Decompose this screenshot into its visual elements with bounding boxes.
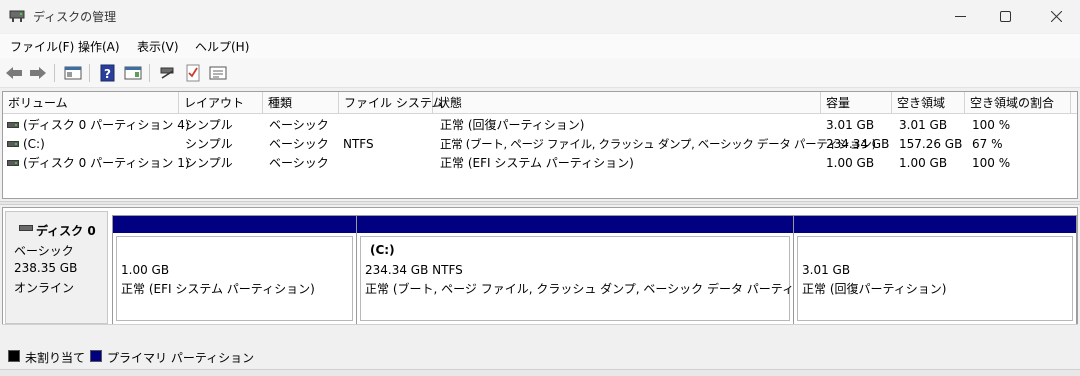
partition-status: 正常 (回復パーティション): [802, 282, 947, 296]
menu-file[interactable]: ファイル(F): [10, 38, 74, 55]
close-button[interactable]: [1032, 0, 1080, 33]
column-free-percent[interactable]: 空き領域の割合: [965, 92, 1071, 114]
cell-free-percent: 100 %: [972, 156, 1011, 170]
toolbar-separator: [89, 64, 90, 82]
console-tree-icon[interactable]: [63, 63, 83, 83]
cell-status: 正常 (EFI システム パーティション): [440, 156, 634, 170]
partition-status: 正常 (EFI システム パーティション): [121, 282, 315, 296]
disk-name: ディスク 0: [36, 224, 96, 238]
cell-free-percent: 100 %: [972, 118, 1011, 132]
disk-state: オンライン: [14, 281, 75, 295]
properties-icon[interactable]: [123, 63, 143, 83]
menu-action[interactable]: 操作(A): [78, 38, 120, 55]
cell-free-percent: 67 %: [972, 137, 1003, 151]
disk-type: ベーシック: [14, 244, 74, 258]
legend: 未割り当て プライマリ パーティション: [0, 345, 1080, 369]
menu-bar: ファイル(F) 操作(A) 表示(V) ヘルプ(H): [0, 34, 1080, 58]
column-status[interactable]: 状態: [433, 92, 821, 114]
partition-stripe: [357, 216, 793, 233]
toolbar-separator: [54, 64, 55, 82]
partition-recovery[interactable]: 3.01 GB 正常 (回復パーティション): [793, 215, 1077, 325]
partition-size: 1.00 GB: [121, 263, 170, 277]
partition-efi[interactable]: 1.00 GB 正常 (EFI システム パーティション): [112, 215, 357, 325]
partition-size: 234.34 GB NTFS: [365, 263, 463, 277]
partition-stripe: [113, 216, 356, 233]
volume-icon: [7, 122, 19, 128]
partition-status: 正常 (ブート, ページ ファイル, クラッシュ ダンプ, ベーシック データ …: [365, 282, 835, 296]
table-row[interactable]: (C:) シンプル ベーシック NTFS 正常 (ブート, ページ ファイル, …: [3, 135, 1077, 154]
menu-view[interactable]: 表示(V): [137, 38, 179, 55]
column-volume[interactable]: ボリューム: [3, 92, 179, 114]
disk-size: 238.35 GB: [14, 261, 78, 275]
check-icon[interactable]: [183, 63, 203, 83]
cell-capacity: 234.34 GB: [826, 137, 890, 151]
cell-free-space: 1.00 GB: [899, 156, 948, 170]
disk-label[interactable]: ディスク 0 ベーシック 238.35 GB オンライン: [5, 211, 108, 324]
column-file-system[interactable]: ファイル システム: [339, 92, 443, 114]
cell-volume: (ディスク 0 パーティション 1): [23, 156, 190, 170]
volume-list-header: ボリューム レイアウト 種類 ファイル システム 状態 容量 空き領域 空き領域…: [3, 92, 1077, 114]
column-capacity[interactable]: 容量: [821, 92, 892, 114]
partition-stripe: [794, 216, 1076, 233]
cell-capacity: 3.01 GB: [826, 118, 875, 132]
partition-size: 3.01 GB: [802, 263, 851, 277]
cell-layout: シンプル: [185, 137, 233, 151]
primary-swatch: [90, 350, 102, 362]
cell-status: 正常 (ブート, ページ ファイル, クラッシュ ダンプ, ベーシック データ …: [440, 137, 876, 151]
cell-volume: (C:): [23, 137, 45, 151]
cell-free-space: 3.01 GB: [899, 118, 948, 132]
cell-layout: シンプル: [185, 118, 233, 132]
back-icon[interactable]: [4, 63, 24, 83]
connect-icon[interactable]: [158, 63, 178, 83]
maximize-button[interactable]: [981, 0, 1029, 33]
legend-primary: プライマリ パーティション: [107, 351, 255, 365]
title-bar: ディスクの管理: [0, 0, 1080, 33]
menu-help[interactable]: ヘルプ(H): [195, 38, 249, 55]
column-layout[interactable]: レイアウト: [179, 92, 263, 114]
horizontal-scrollbar[interactable]: [2, 324, 1078, 342]
cell-type: ベーシック: [269, 156, 329, 170]
window-title: ディスクの管理: [33, 10, 117, 24]
partition-body: 3.01 GB 正常 (回復パーティション): [797, 236, 1073, 321]
cell-status: 正常 (回復パーティション): [440, 118, 585, 132]
volume-icon: [7, 141, 19, 147]
disk-management-icon: [9, 9, 25, 23]
cell-volume: (ディスク 0 パーティション 4): [23, 118, 190, 132]
cell-layout: シンプル: [185, 156, 233, 170]
unallocated-swatch: [8, 350, 20, 362]
volume-list: ボリューム レイアウト 種類 ファイル システム 状態 容量 空き領域 空き領域…: [2, 91, 1078, 199]
partition-body: (C:) 234.34 GB NTFS 正常 (ブート, ページ ファイル, ク…: [360, 236, 835, 321]
partition-name: (C:): [370, 243, 395, 257]
toolbar-separator: [149, 64, 150, 82]
toolbar: ?: [0, 58, 1080, 88]
disk-icon: [19, 225, 33, 231]
column-free-space[interactable]: 空き領域: [892, 92, 965, 114]
table-row[interactable]: (ディスク 0 パーティション 4) シンプル ベーシック 正常 (回復パーティ…: [3, 116, 1077, 135]
legend-unallocated: 未割り当て: [25, 351, 86, 365]
table-row[interactable]: (ディスク 0 パーティション 1) シンプル ベーシック 正常 (EFI シス…: [3, 154, 1077, 173]
svg-text:?: ?: [104, 67, 111, 81]
settings-icon[interactable]: [208, 63, 228, 83]
cell-type: ベーシック: [269, 137, 329, 151]
minimize-button[interactable]: [936, 0, 984, 33]
volume-icon: [7, 160, 19, 166]
cell-capacity: 1.00 GB: [826, 156, 875, 170]
column-type[interactable]: 種類: [263, 92, 339, 114]
help-icon[interactable]: ?: [98, 63, 118, 83]
forward-icon[interactable]: [28, 63, 48, 83]
partition-c[interactable]: (C:) 234.34 GB NTFS 正常 (ブート, ページ ファイル, ク…: [356, 215, 835, 325]
cell-type: ベーシック: [269, 118, 329, 132]
cell-file-system: NTFS: [343, 137, 374, 151]
cell-free-space: 157.26 GB: [899, 137, 963, 151]
pane-splitter[interactable]: [0, 201, 1080, 205]
status-bar: [0, 369, 1080, 376]
disk-graphical-view: ディスク 0 ベーシック 238.35 GB オンライン 1.00 GB 正常 …: [2, 207, 1078, 342]
partition-body: 1.00 GB 正常 (EFI システム パーティション): [116, 236, 353, 321]
